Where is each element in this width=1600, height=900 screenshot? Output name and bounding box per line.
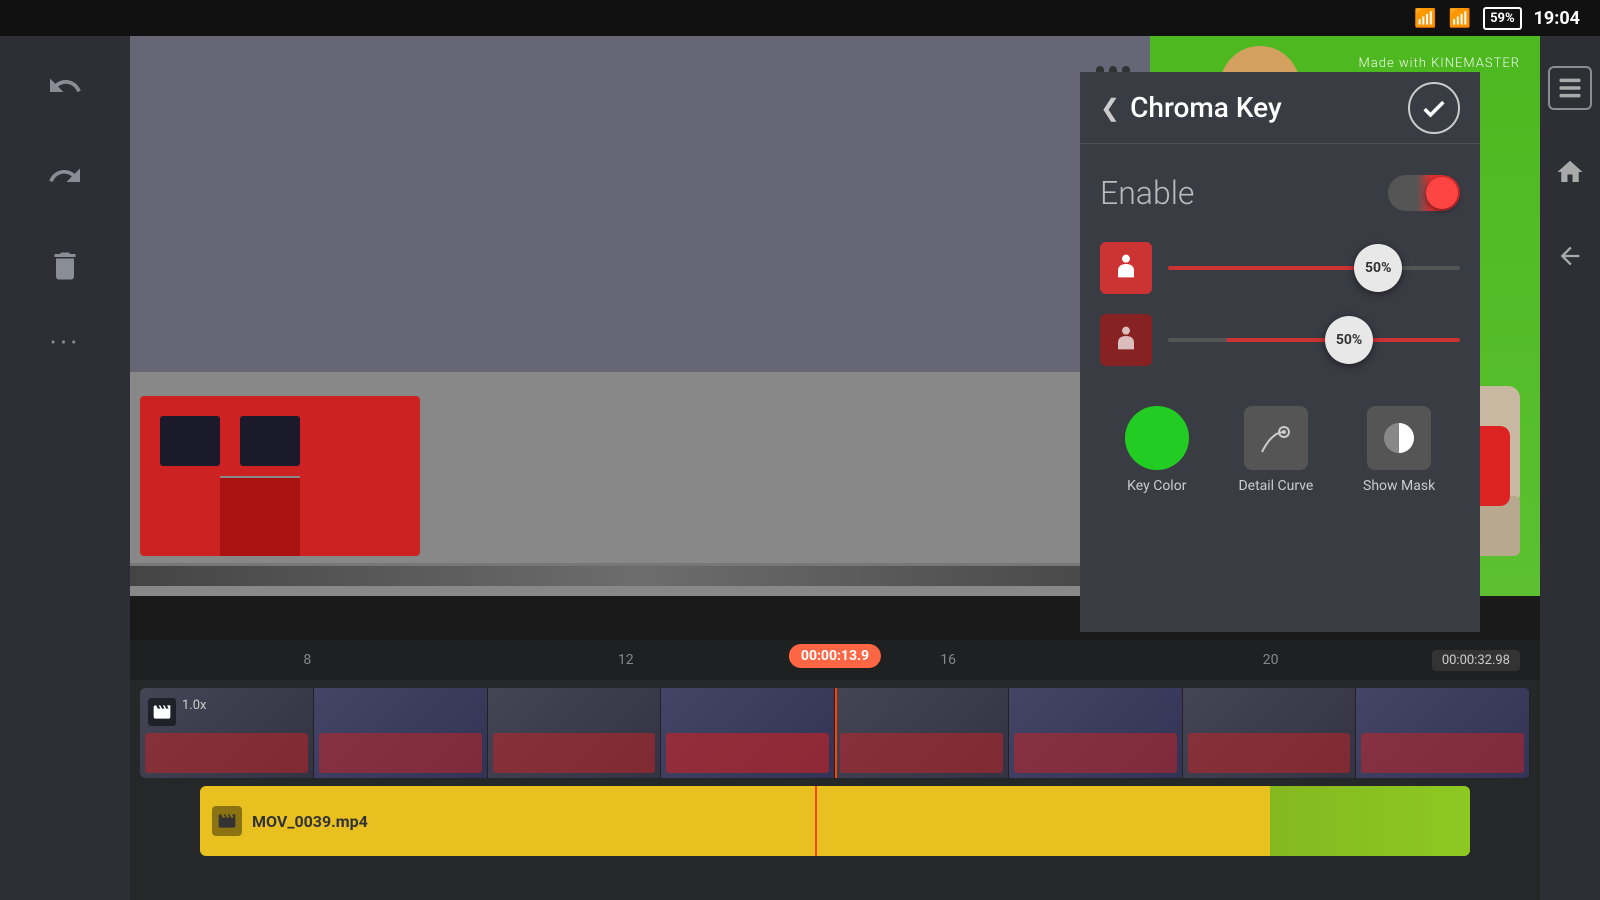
ruler-mark-12: 12 (618, 652, 634, 668)
slider-row-1: 50% (1100, 242, 1460, 294)
undo-button[interactable] (35, 56, 95, 116)
slider2-value: 50% (1336, 332, 1362, 348)
left-sidebar: ··· (0, 36, 130, 900)
chroma-back-button[interactable]: ❮ (1100, 94, 1120, 122)
overlay-track-container: MOV_0039.mp4 (140, 786, 1530, 856)
action-row: Key Color Detail Curve (1100, 396, 1460, 494)
detail-curve-button[interactable]: Detail Curve (1238, 406, 1313, 494)
slider-row-2: 50% (1100, 314, 1460, 366)
back-button[interactable] (1548, 234, 1592, 278)
key-color-label: Key Color (1127, 478, 1186, 494)
more-button[interactable]: ··· (50, 326, 81, 359)
enable-toggle[interactable] (1388, 175, 1460, 211)
enable-row: Enable (1100, 164, 1460, 222)
slider1-icon (1100, 242, 1152, 294)
ruler-mark-16: 16 (940, 652, 956, 668)
ruler-mark-8: 8 (303, 652, 311, 668)
key-color-circle (1125, 406, 1189, 470)
slider2-track[interactable]: 50% (1168, 316, 1460, 364)
ruler-mark-20: 20 (1263, 652, 1279, 668)
detail-curve-label: Detail Curve (1238, 478, 1313, 494)
cursor-line-main (835, 688, 837, 778)
status-bar: 📶 📶 59% 19:04 (0, 0, 1600, 36)
speed-label: 1.0x (182, 698, 207, 713)
preview-area: Made with KINEMASTER ❮ Chroma Key Enable (130, 36, 1540, 596)
overlay-icon (212, 806, 242, 836)
status-time: 19:04 (1534, 8, 1580, 29)
show-mask-button[interactable]: Show Mask (1363, 406, 1435, 494)
timeline: 8 12 16 20 00:00:13.9 00:00:32.98 1.0x (130, 640, 1540, 900)
redo-button[interactable] (35, 146, 95, 206)
slider1-value: 50% (1365, 260, 1391, 276)
home-button[interactable] (1548, 150, 1592, 194)
time-cursor: 00:00:13.9 (789, 644, 881, 668)
right-sidebar (1540, 36, 1600, 900)
delete-button[interactable] (35, 236, 95, 296)
show-mask-icon (1367, 406, 1431, 470)
wifi-icon: 📶 (1414, 8, 1436, 29)
key-color-button[interactable]: Key Color (1125, 406, 1189, 494)
layers-button[interactable] (1548, 66, 1592, 110)
chroma-confirm-button[interactable] (1408, 82, 1460, 134)
detail-curve-icon (1244, 406, 1308, 470)
slider1-track[interactable]: 50% (1168, 244, 1460, 292)
battery-indicator: 59% (1483, 7, 1522, 30)
main-video-track: 1.0x (140, 688, 1530, 778)
signal-icon: 📶 (1449, 8, 1471, 29)
chroma-title: Chroma Key (1130, 91, 1408, 124)
toggle-knob (1426, 177, 1458, 209)
enable-label: Enable (1100, 174, 1194, 212)
overlay-video-track[interactable]: MOV_0039.mp4 (200, 786, 1470, 856)
train-element (140, 396, 420, 556)
video-preview-left (130, 36, 1150, 596)
time-total: 00:00:32.98 (1432, 650, 1520, 671)
timeline-tracks: 1.0x (130, 680, 1540, 900)
watermark: Made with KINEMASTER (1359, 56, 1520, 71)
cursor-line-overlay (815, 786, 817, 856)
show-mask-label: Show Mask (1363, 478, 1435, 494)
chroma-header: ❮ Chroma Key (1080, 72, 1480, 144)
slider2-icon (1100, 314, 1152, 366)
overlay-filename: MOV_0039.mp4 (252, 812, 368, 831)
timeline-ruler: 8 12 16 20 00:00:13.9 00:00:32.98 (130, 640, 1540, 680)
overlay-thumbnail (1270, 786, 1470, 856)
chroma-key-panel: ❮ Chroma Key Enable (1080, 72, 1480, 632)
